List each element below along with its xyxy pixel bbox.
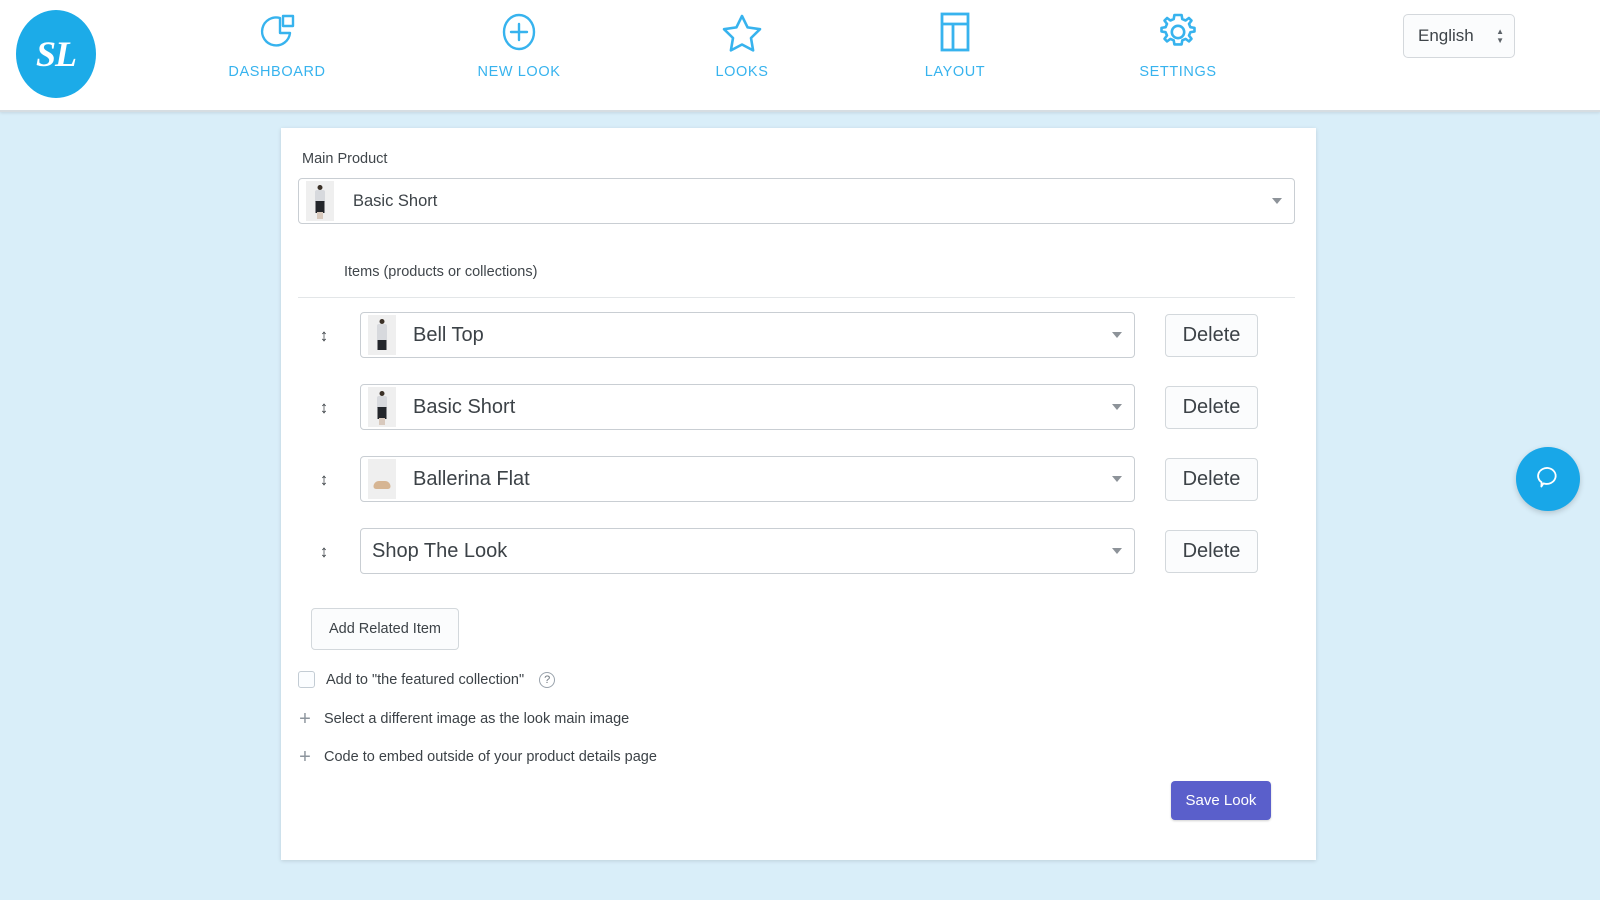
delete-button[interactable]: Delete [1165, 529, 1258, 573]
drag-handle-icon[interactable]: ↕ [314, 327, 334, 344]
item-row: ↕ Shop The Look Delete [281, 528, 1316, 574]
embed-code-label: Code to embed outside of your product de… [324, 749, 657, 765]
item-value: Bell Top [413, 323, 484, 346]
item-row: ↕ Ballerina Flat Delete [281, 456, 1316, 502]
item-select[interactable]: Shop The Look [360, 528, 1135, 574]
item-value: Ballerina Flat [413, 467, 530, 490]
ballerina-flat-shoe-photo [368, 459, 396, 499]
nav-label-layout: LAYOUT [924, 64, 986, 80]
drag-handle-icon[interactable]: ↕ [314, 543, 334, 560]
woman-basic-short-photo [306, 181, 334, 221]
woman-bell-top-photo [368, 315, 396, 355]
featured-collection-label: Add to "the featured collection" [326, 671, 525, 688]
item-value: Shop The Look [372, 539, 508, 562]
nav-item-settings[interactable]: SETTINGS [1103, 6, 1253, 106]
look-editor-card: Main Product Basic Short Items (products… [281, 128, 1316, 860]
nav-item-looks[interactable]: LOOKS [667, 6, 817, 106]
nav-label-settings: SETTINGS [1139, 64, 1217, 80]
nav-label-new-look: NEW LOOK [477, 64, 561, 80]
layout-icon [934, 6, 976, 58]
chevron-down-icon [1112, 332, 1122, 338]
item-row: ↕ Basic Short Delete [281, 384, 1316, 430]
nav-item-new-look[interactable]: NEW LOOK [444, 6, 594, 106]
drag-handle-icon[interactable]: ↕ [314, 399, 334, 416]
item-select[interactable]: Basic Short [360, 384, 1135, 430]
select-different-image-row[interactable]: + Select a different image as the look m… [297, 709, 629, 729]
item-value: Basic Short [413, 395, 516, 418]
chevron-down-icon [1272, 198, 1282, 204]
woman-basic-short-photo [368, 387, 396, 427]
nav-label-dashboard: DASHBOARD [228, 64, 326, 80]
save-look-button[interactable]: Save Look [1171, 781, 1271, 820]
chat-bubble-icon [1533, 462, 1563, 497]
language-selector[interactable]: English ▲ ▼ [1403, 14, 1515, 58]
add-related-item-button[interactable]: Add Related Item [311, 608, 459, 650]
app-header: SL DASHBOARD NEW LOOK LOOKS LAYOUT SETTI… [0, 0, 1600, 112]
star-icon [719, 6, 765, 58]
items-divider [298, 297, 1295, 298]
main-product-label: Main Product [302, 151, 388, 167]
help-icon[interactable]: ? [539, 671, 556, 688]
plus-icon: + [299, 746, 311, 768]
plus-circle-icon [496, 6, 542, 58]
item-row: ↕ Bell Top Delete [281, 312, 1316, 358]
featured-collection-row: Add to "the featured collection" ? [298, 671, 556, 688]
chevron-down-icon [1112, 548, 1122, 554]
up-down-arrows-icon: ▲ ▼ [1496, 26, 1504, 45]
main-product-value: Basic Short [353, 191, 438, 210]
embed-code-row[interactable]: + Code to embed outside of your product … [297, 747, 657, 767]
chevron-down-icon [1112, 476, 1122, 482]
delete-button[interactable]: Delete [1165, 457, 1258, 501]
app-logo[interactable]: SL [16, 10, 96, 98]
item-select[interactable]: Bell Top [360, 312, 1135, 358]
nav-item-layout[interactable]: LAYOUT [880, 6, 1030, 106]
item-select[interactable]: Ballerina Flat [360, 456, 1135, 502]
pie-chart-icon [256, 6, 298, 58]
plus-icon: + [299, 708, 311, 730]
support-chat-button[interactable] [1516, 447, 1580, 511]
select-different-image-label: Select a different image as the look mai… [324, 711, 630, 727]
drag-handle-icon[interactable]: ↕ [314, 471, 334, 488]
logo-text: SL [35, 34, 77, 74]
items-label: Items (products or collections) [344, 264, 538, 280]
main-product-select[interactable]: Basic Short [298, 178, 1295, 224]
nav-label-looks: LOOKS [715, 64, 769, 80]
featured-collection-checkbox[interactable] [298, 671, 315, 688]
delete-button[interactable]: Delete [1165, 313, 1258, 357]
language-value: English [1418, 26, 1474, 45]
chevron-down-icon [1112, 404, 1122, 410]
nav-item-dashboard[interactable]: DASHBOARD [202, 6, 352, 106]
gear-icon [1155, 6, 1201, 58]
delete-button[interactable]: Delete [1165, 385, 1258, 429]
